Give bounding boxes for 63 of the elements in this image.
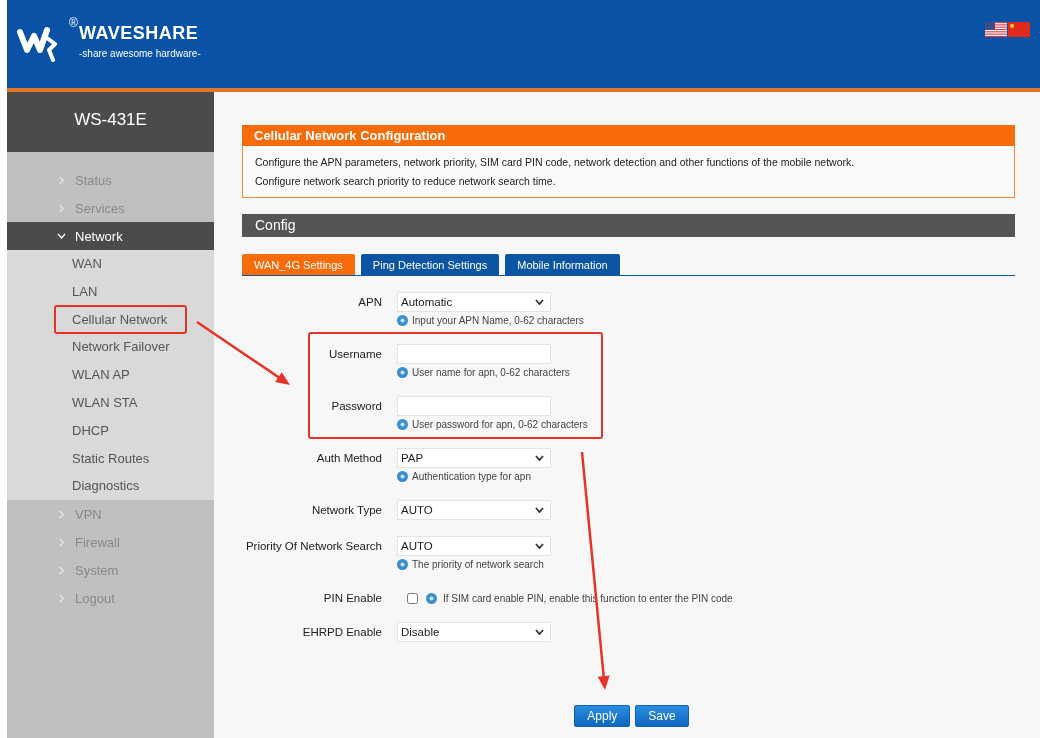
sidebar-item[interactable]: Network: [7, 222, 214, 250]
submenu-item[interactable]: Network Failover: [7, 333, 214, 362]
dropdown-select[interactable]: AUTO: [397, 536, 551, 556]
field-label: Password: [330, 399, 382, 414]
chevron-right-icon: [57, 203, 66, 213]
brand-tagline: -share awesome hardware-: [79, 48, 201, 59]
device-name: WS-431E: [7, 92, 214, 152]
help-icon: [397, 558, 408, 570]
submenu-item[interactable]: LAN: [7, 277, 214, 306]
caret-icon: [535, 507, 544, 513]
field-label: Username: [327, 347, 382, 362]
panel-title: Cellular Network Configuration: [242, 125, 1015, 146]
tab[interactable]: WAN_4G Settings: [242, 254, 355, 275]
text-field[interactable]: [397, 344, 551, 364]
caret-icon: [535, 543, 544, 549]
field-label: Auth Method: [315, 451, 382, 466]
submenu-item[interactable]: WLAN AP: [7, 361, 214, 389]
description-text: Configure network search priority to reduce network search time.: [255, 174, 557, 189]
dropdown-select[interactable]: Disable: [397, 622, 551, 642]
help-icon: [397, 314, 408, 326]
hint-text: Authentication type for apn: [412, 470, 531, 482]
tab[interactable]: Ping Detection Settings: [360, 254, 500, 275]
field-label: Priority Of Network Search: [244, 539, 382, 554]
action-button[interactable]: Apply: [574, 705, 631, 727]
dropdown-select[interactable]: Automatic: [397, 292, 551, 312]
dropdown-select[interactable]: PAP: [397, 448, 551, 468]
help-icon: [397, 366, 408, 378]
help-icon: [397, 418, 408, 430]
registered-mark: ®: [69, 16, 78, 30]
submenu-item[interactable]: DHCP: [7, 416, 214, 445]
caret-icon: [535, 629, 544, 635]
brand-name: WAVESHARE: [79, 23, 200, 44]
submenu-item[interactable]: WAN: [7, 250, 214, 278]
submenu-item[interactable]: Cellular Network: [7, 305, 214, 334]
chevron-right-icon: [57, 537, 66, 547]
description-text: Configure the APN parameters, network priority, SIM card PIN code, network detection and other functions of the mobile network.: [255, 155, 856, 170]
field-label: EHRPD Enable: [301, 625, 382, 640]
help-icon: [426, 592, 437, 604]
hint-text: Input your APN Name, 0-62 characters: [412, 314, 584, 326]
hint-text: User name for apn, 0-62 characters: [412, 366, 570, 378]
dropdown-select[interactable]: AUTO: [397, 500, 551, 520]
hint-text: User password for apn, 0-62 characters: [412, 418, 588, 430]
chevron-right-icon: [57, 565, 66, 575]
caret-icon: [535, 455, 544, 461]
chevron-right-icon: [57, 593, 66, 603]
text-field[interactable]: [397, 396, 551, 416]
chevron-right-icon: [57, 175, 66, 185]
checkbox[interactable]: [407, 592, 418, 604]
section-header: Config: [242, 214, 1015, 237]
chevron-right-icon: [57, 509, 66, 519]
tab[interactable]: Mobile Information: [505, 254, 620, 275]
submenu-item[interactable]: Diagnostics: [7, 472, 214, 501]
submenu-item[interactable]: WLAN STA: [7, 389, 214, 417]
us-flag-icon[interactable]: [985, 22, 1007, 37]
caret-icon: [535, 299, 544, 305]
submenu-item[interactable]: Static Routes: [7, 444, 214, 473]
action-button[interactable]: Save: [635, 705, 689, 727]
chevron-down-icon: [57, 233, 66, 239]
field-label: Network Type: [310, 503, 382, 518]
field-label: APN: [357, 295, 382, 310]
field-label: PIN Enable: [322, 591, 382, 606]
help-icon: [397, 470, 408, 482]
hint-text: The priority of network search: [412, 558, 544, 570]
